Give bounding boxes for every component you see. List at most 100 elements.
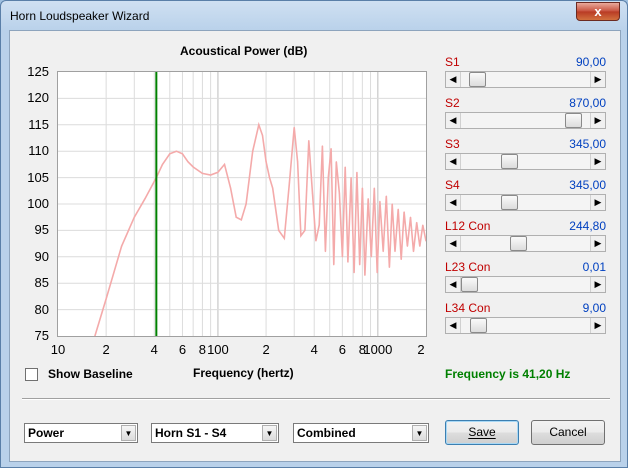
x-tick-label: 1000 [363,342,393,357]
data-point [300,235,302,237]
data-point [318,224,320,226]
show-baseline-label[interactable]: Show Baseline [48,367,133,381]
param-value: 345,00 [569,137,606,151]
mode-dropdown[interactable]: Power ▼ [24,423,138,443]
arrow-right-icon[interactable]: ▶ [590,318,605,333]
y-tick-label: 105 [27,169,49,185]
divider [22,398,610,400]
x-tick-label: 2 [102,342,110,357]
data-point [240,219,242,221]
chevron-down-icon[interactable]: ▼ [121,425,136,441]
data-point [308,140,310,142]
show-baseline-checkbox[interactable] [25,368,38,381]
arrow-left-icon[interactable]: ◀ [446,72,461,87]
y-tick-label: 110 [28,143,49,159]
param-slider[interactable]: ◀ ▶ [445,235,606,252]
chevron-down-icon[interactable]: ▼ [412,425,427,441]
client-area: Acoustical Power (dB) 125 120 115 110 105 100… [9,30,621,462]
data-point [210,174,212,176]
arrow-left-icon[interactable]: ◀ [446,318,461,333]
window-title: Horn Loudspeaker Wizard [10,9,150,23]
x-axis-label: Frequency (hertz) [193,366,294,380]
data-point [252,150,254,152]
mode-dropdown-value: Power [28,426,65,440]
data-point [333,264,335,266]
param-value: 870,00 [569,96,606,110]
data-point [382,250,384,253]
param-value: 0,01 [582,260,606,274]
arrow-left-icon[interactable]: ◀ [446,113,461,128]
data-point [121,245,123,247]
data-point [361,187,363,189]
x-tick-label: 10 [50,342,66,357]
data-point [400,258,402,261]
param-slider[interactable]: ◀ ▶ [445,276,606,293]
slider-thumb[interactable] [501,195,519,210]
x-tick-label: 2 [417,342,425,357]
display-dropdown[interactable]: Combined ▼ [293,423,429,443]
data-point [341,256,343,258]
data-point [169,153,171,155]
data-point [161,163,164,165]
data-point [288,182,291,184]
y-tick-label: 100 [27,196,49,211]
arrow-left-icon[interactable]: ◀ [446,236,461,251]
data-point [278,229,280,231]
chevron-down-icon[interactable]: ▼ [262,425,277,441]
frequency-status: Frequency is 41,20 Hz [445,367,571,381]
arrow-right-icon[interactable]: ▶ [590,113,605,128]
param-slider[interactable]: ◀ ▶ [445,71,606,88]
slider-thumb[interactable] [501,154,519,169]
data-point [283,237,285,239]
data-point [347,261,349,263]
data-point [304,229,306,231]
param-slider[interactable]: ◀ ▶ [445,317,606,334]
cancel-button[interactable]: Cancel [531,420,605,445]
slider-thumb[interactable] [565,113,583,128]
data-point [268,177,271,179]
data-point [388,266,390,268]
param-slider[interactable]: ◀ ▶ [445,153,606,170]
horn-section-dropdown[interactable]: Horn S1 - S4 ▼ [151,423,279,443]
data-point [412,250,415,253]
data-point [422,224,424,226]
data-point [223,163,226,165]
y-tick-label: 80 [34,301,49,317]
data-point [391,203,393,205]
close-button[interactable]: x [576,2,620,21]
slider-thumb[interactable] [461,277,478,292]
data-point [217,171,219,173]
slider-thumb[interactable] [510,236,528,251]
data-point [356,171,358,173]
arrow-right-icon[interactable]: ▶ [590,236,605,251]
data-point [229,187,232,189]
data-point [235,216,237,218]
arrow-right-icon[interactable]: ▶ [590,195,605,210]
param-slider[interactable]: ◀ ▶ [445,194,606,211]
data-point [105,298,107,300]
data-point [344,166,346,168]
arrow-right-icon[interactable]: ▶ [590,154,605,169]
slider-thumb[interactable] [468,72,486,87]
arrow-left-icon[interactable]: ◀ [446,277,461,292]
arrow-left-icon[interactable]: ◀ [446,195,461,210]
x-tick-label: 100 [207,342,229,357]
arrow-left-icon[interactable]: ◀ [446,154,461,169]
save-button[interactable]: Save [445,420,519,445]
y-tick-label: 85 [34,275,49,291]
param-value: 9,00 [582,301,606,315]
arrow-right-icon[interactable]: ▶ [590,72,605,87]
data-point [385,195,387,197]
plot-area[interactable] [57,71,427,337]
data-point [373,187,375,189]
param-slider[interactable]: ◀ ▶ [445,112,606,129]
slider-thumb[interactable] [469,318,487,333]
arrow-right-icon[interactable]: ▶ [590,277,605,292]
data-point [394,250,396,253]
wizard-window: Horn Loudspeaker Wizard x Acoustical Pow… [0,0,628,468]
data-point [367,198,369,200]
param-value: 90,00 [575,55,606,69]
data-point [293,126,295,129]
data-point [406,245,408,247]
data-point [192,166,194,168]
